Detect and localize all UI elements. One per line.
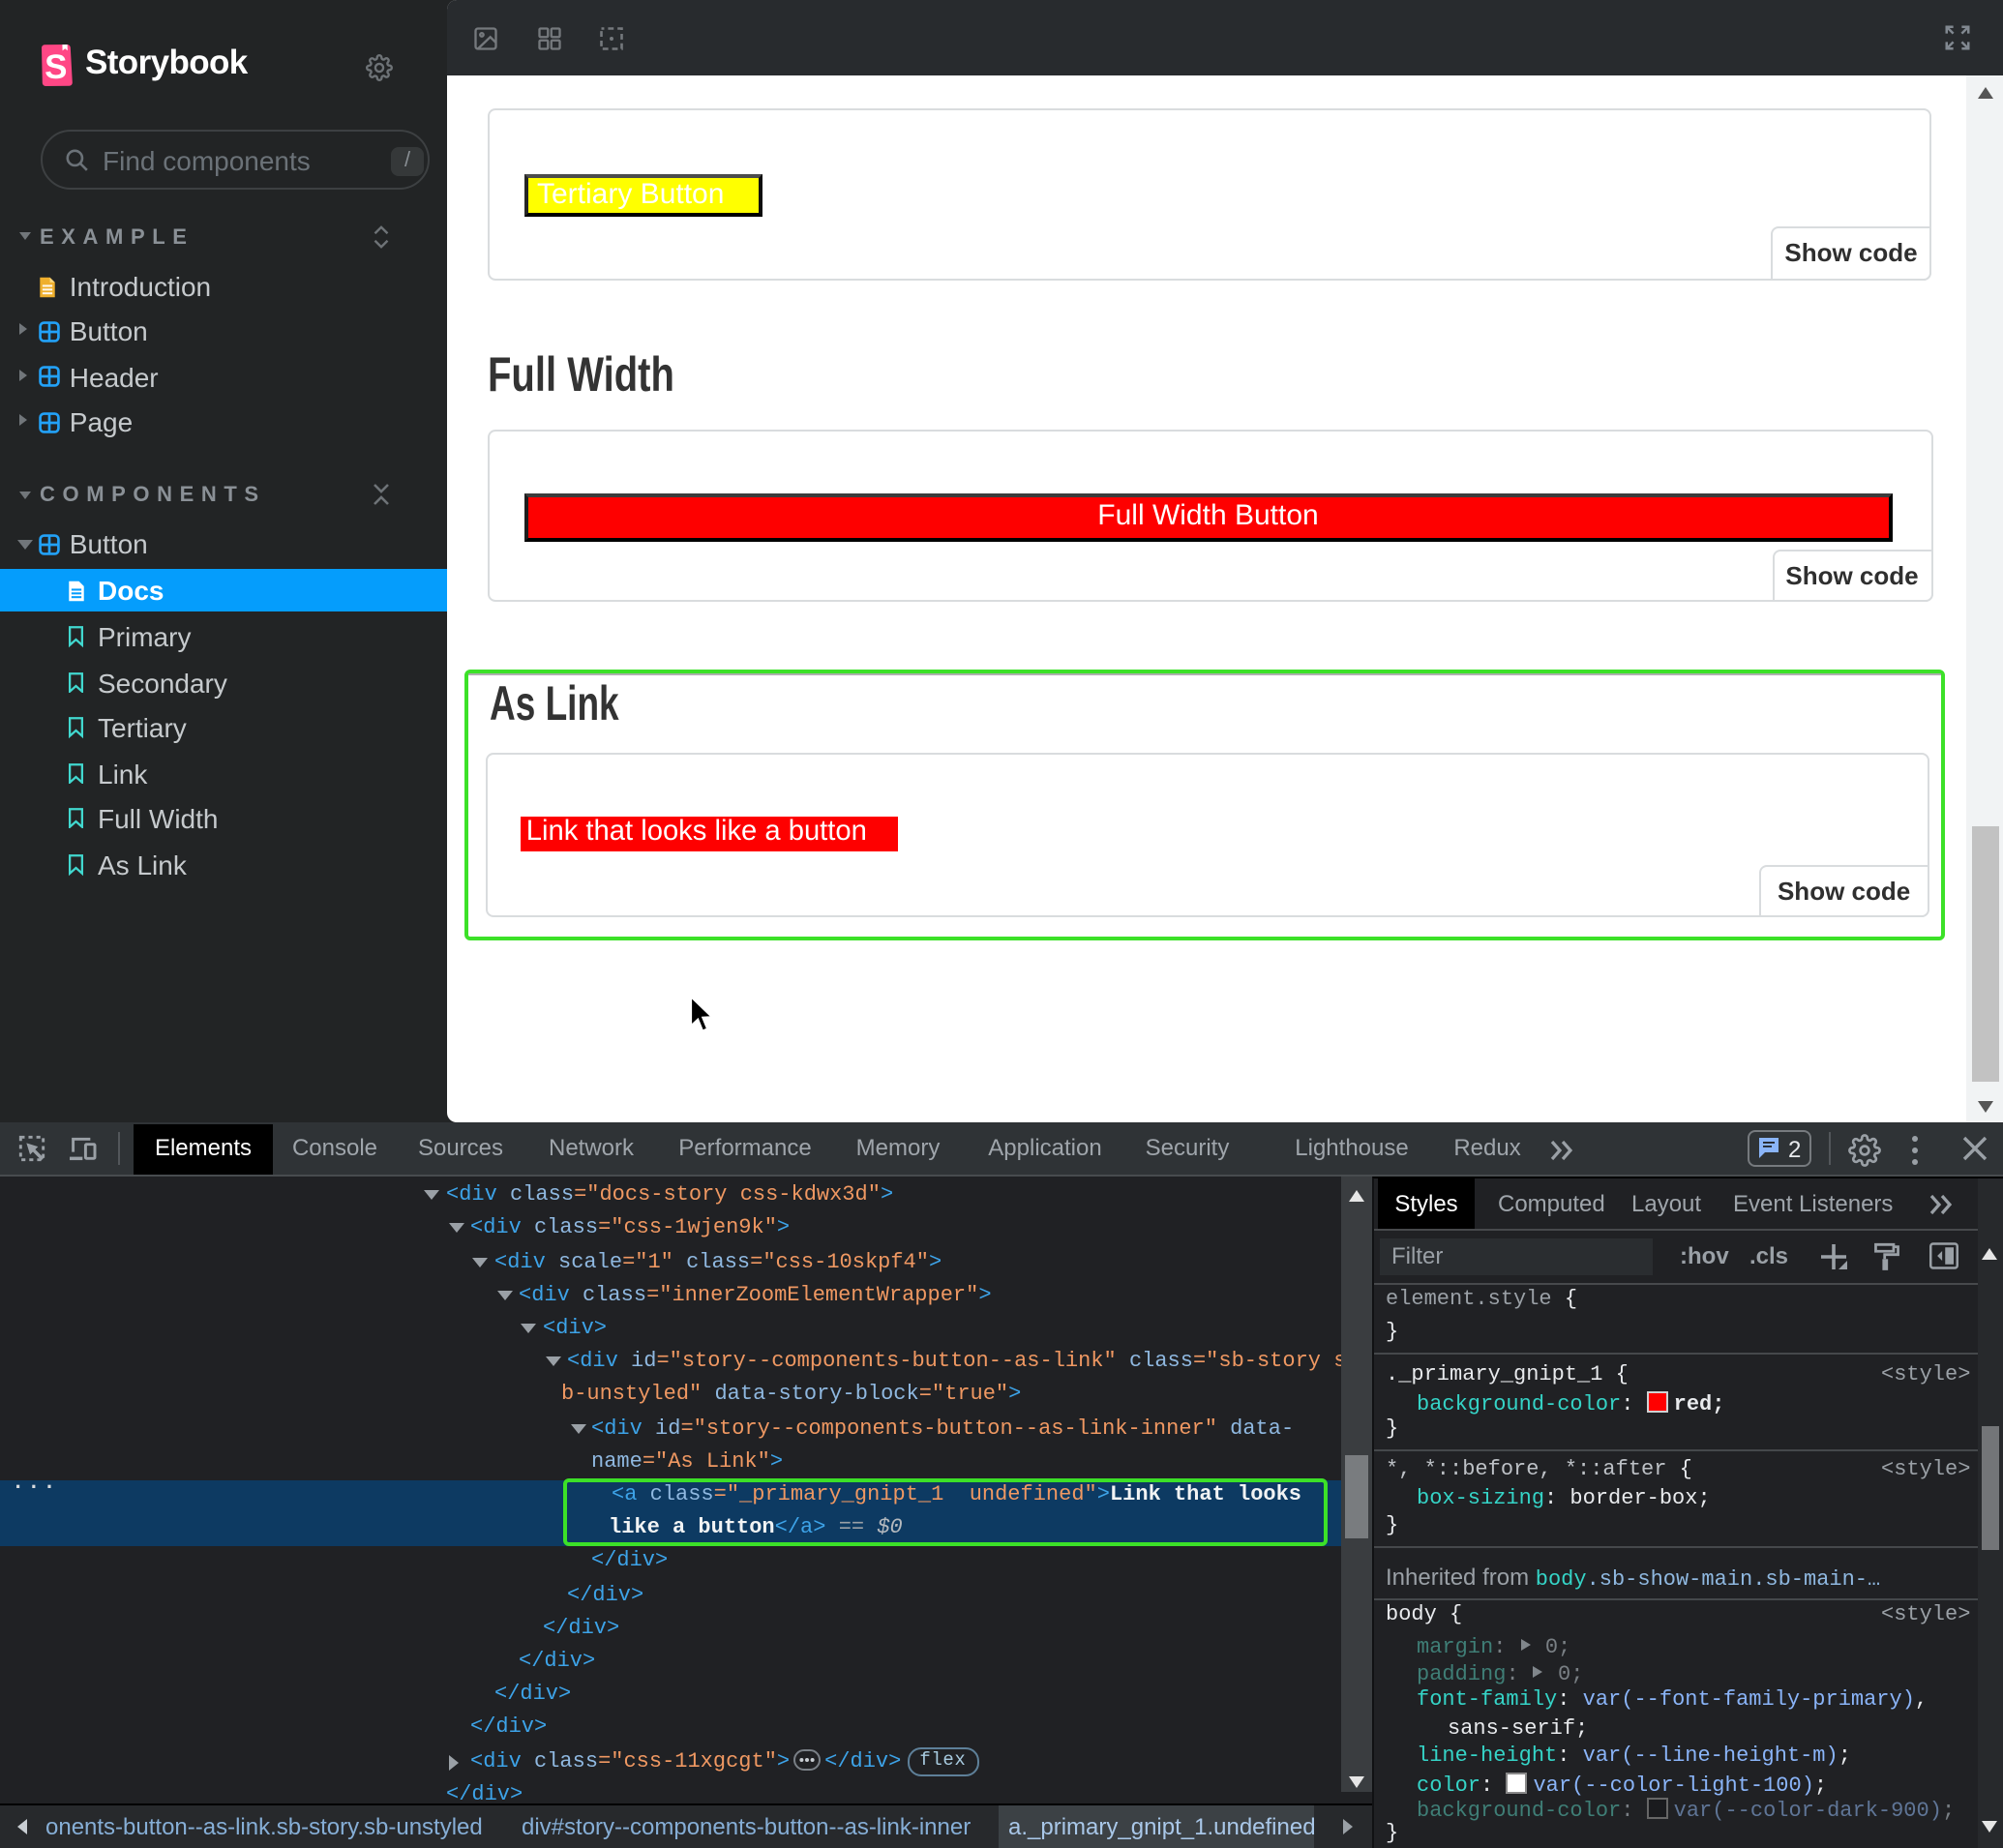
svg-text:S: S (45, 48, 67, 86)
